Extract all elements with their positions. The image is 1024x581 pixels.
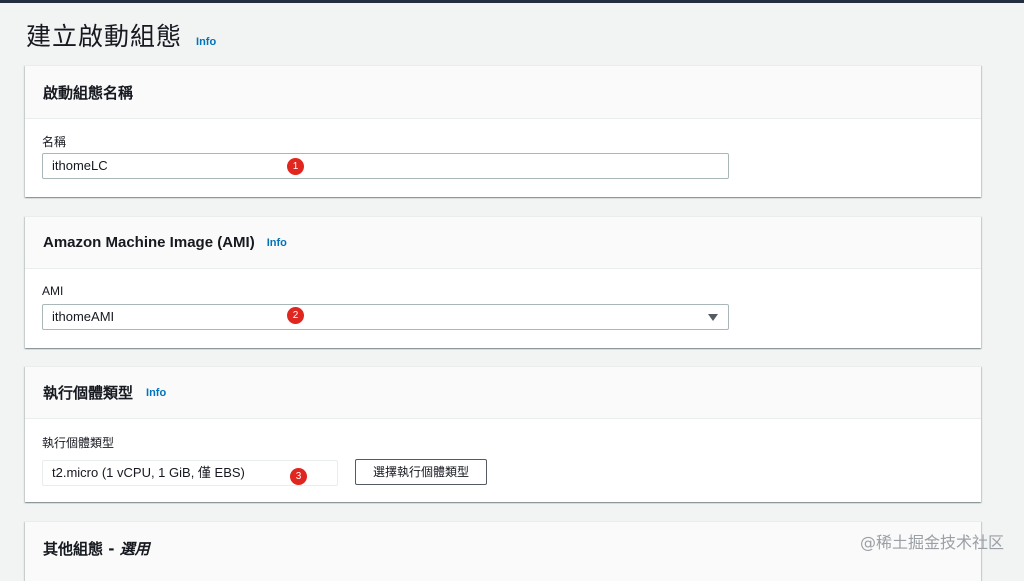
- step-badge-2: 2: [287, 307, 304, 324]
- other-config-panel: 其他組態 - 選用: [25, 521, 981, 581]
- other-config-panel-title: 其他組態 - 選用: [43, 538, 150, 559]
- watermark: @稀土掘金技术社区: [859, 533, 1004, 552]
- step-badge-1: 1: [287, 158, 304, 175]
- other-config-panel-header[interactable]: 其他組態 - 選用: [25, 522, 981, 574]
- name-panel-body: 名稱 ithomeLC 1: [25, 119, 981, 197]
- ami-info-link[interactable]: Info: [267, 237, 287, 249]
- instance-type-info-link[interactable]: Info: [146, 387, 166, 399]
- name-panel: 啟動組態名稱 名稱 ithomeLC 1: [25, 65, 981, 197]
- name-field-label: 名稱: [42, 135, 67, 149]
- caret-down-icon: [708, 314, 718, 321]
- instance-type-panel-title: 執行個體類型: [43, 384, 134, 402]
- instance-type-field-label: 執行個體類型: [42, 436, 115, 450]
- page-info-link[interactable]: Info: [196, 36, 216, 48]
- other-config-title-text: 其他組態 -: [43, 539, 120, 558]
- ami-select[interactable]: ithomeAMI: [42, 304, 729, 330]
- ami-field-label: AMI: [42, 284, 64, 298]
- instance-type-panel-body: 執行個體類型 t2.micro (1 vCPU, 1 GiB, 僅 EBS) 3…: [25, 419, 981, 502]
- other-config-optional-text: 選用: [119, 539, 150, 558]
- instance-type-panel: 執行個體類型 Info 執行個體類型 t2.micro (1 vCPU, 1 G…: [25, 366, 981, 502]
- step-badge-3: 3: [290, 468, 307, 485]
- ami-panel-body: AMI ithomeAMI 2: [25, 269, 981, 348]
- page-header: 建立啟動組態 Info: [26, 17, 216, 53]
- top-bar: [0, 0, 1024, 3]
- name-panel-title: 啟動組態名稱: [43, 83, 134, 102]
- ami-panel-title: Amazon Machine Image (AMI): [43, 234, 255, 251]
- ami-select-value: ithomeAMI: [52, 309, 115, 324]
- name-input[interactable]: ithomeLC: [42, 153, 729, 179]
- name-panel-header: 啟動組態名稱: [25, 66, 981, 119]
- page-title: 建立啟動組態: [26, 22, 183, 51]
- ami-panel-header: Amazon Machine Image (AMI) Info: [25, 217, 981, 269]
- choose-instance-type-button[interactable]: 選擇執行個體類型: [355, 459, 488, 485]
- instance-type-panel-header: 執行個體類型 Info: [25, 367, 981, 419]
- ami-panel: Amazon Machine Image (AMI) Info AMI itho…: [25, 216, 981, 348]
